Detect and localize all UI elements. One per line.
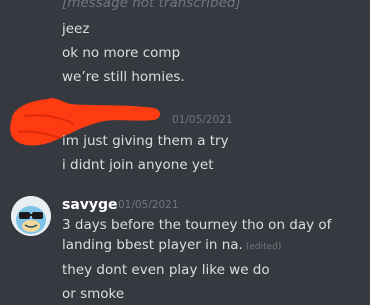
message-text: they dont even play like we do — [62, 262, 270, 278]
message-text: ok no more comp — [62, 45, 181, 61]
message-text: or smoke — [62, 286, 125, 302]
edited-label: (edited) — [245, 242, 282, 252]
message-text: we’re still homies. — [62, 69, 185, 85]
message-text-line: landing bbest player in na. (edited) — [62, 237, 281, 255]
message-text: [message not transcribed] — [62, 0, 241, 11]
message-timestamp: 01/05/2021 — [118, 199, 179, 211]
message-text: 3 days before the tourney tho on day of — [62, 217, 332, 233]
message-text: landing bbest player in na. — [62, 237, 243, 253]
message-text: i didnt join anyone yet — [62, 157, 214, 173]
avatar-icon — [11, 196, 51, 236]
message-timestamp: 01/05/2021 — [172, 114, 233, 126]
message-text: jeez — [62, 21, 90, 37]
username[interactable]: savyge — [62, 197, 118, 213]
message-text: im just giving them a try — [62, 133, 229, 149]
squirtle-sunglasses-avatar[interactable] — [11, 196, 51, 236]
